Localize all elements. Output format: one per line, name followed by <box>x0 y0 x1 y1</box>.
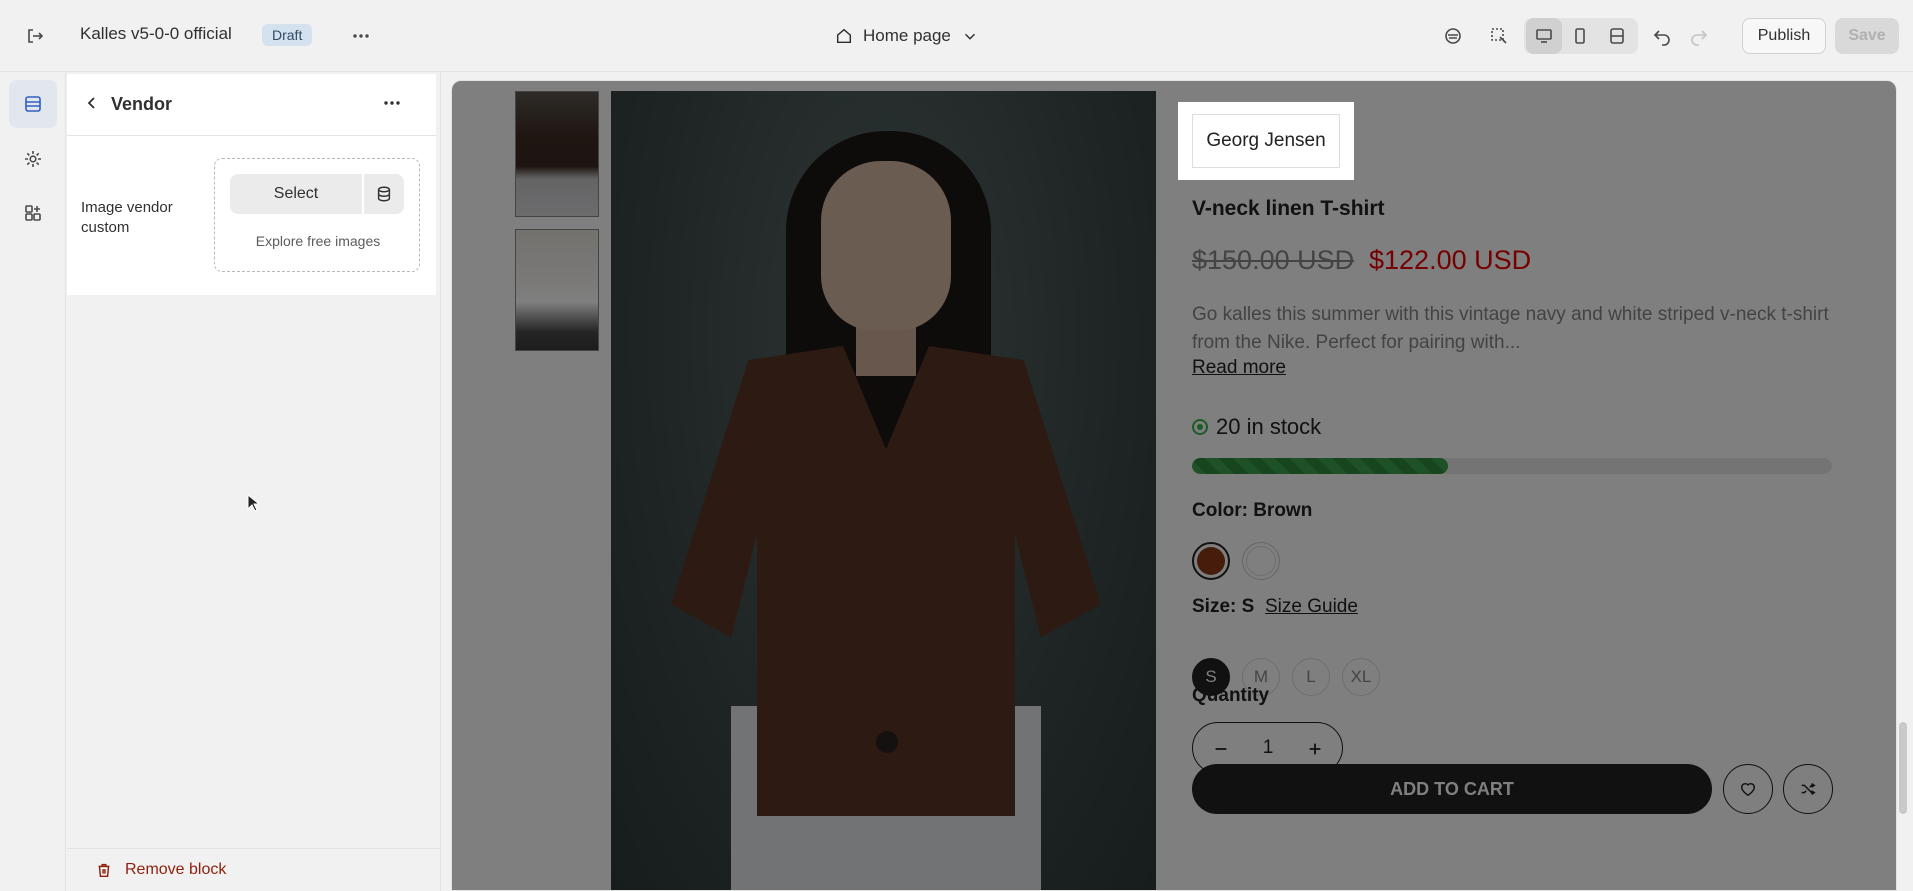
block-settings-panel: Vendor Image vendor custom Select Explor… <box>67 72 441 891</box>
save-button[interactable]: Save <box>1835 18 1899 54</box>
back-button[interactable] <box>77 88 107 118</box>
page-selector[interactable]: Home page <box>835 22 979 50</box>
store-name: Kalles v5-0-0 official <box>80 24 232 43</box>
select-image-button[interactable]: Select <box>230 174 362 214</box>
sections-nav-button[interactable] <box>9 80 57 128</box>
remove-block-button[interactable]: Remove block <box>67 848 441 891</box>
arrow-left-icon <box>87 97 95 109</box>
home-icon <box>836 28 852 44</box>
ai-assistant-icon[interactable] <box>1435 18 1471 54</box>
database-icon <box>377 186 391 202</box>
image-picker: Select Explore free images <box>214 158 420 272</box>
apps-icon <box>25 205 41 221</box>
panel-title: Vendor <box>111 94 173 114</box>
vendor-name: Georg Jensen <box>1192 114 1340 168</box>
theme-preview: V-neck linen T-shirt $150.00 USD $122.00… <box>451 80 1897 891</box>
page-selector-label: Home page <box>863 26 951 45</box>
settings-card: Vendor Image vendor custom Select Explor… <box>67 74 436 295</box>
apps-nav-button[interactable] <box>9 189 57 237</box>
top-bar: Kalles v5-0-0 official Draft Home page P… <box>0 0 1913 72</box>
exit-icon[interactable] <box>17 18 53 54</box>
panel-header: Vendor <box>67 74 436 136</box>
more-icon <box>384 101 400 105</box>
status-badge: Draft <box>262 24 313 46</box>
remove-block-label: Remove block <box>125 861 227 878</box>
preview-scrollbar[interactable] <box>1899 722 1907 814</box>
inspector-icon[interactable] <box>1481 18 1517 54</box>
more-actions-icon[interactable] <box>343 18 379 54</box>
fullscreen-view-icon[interactable] <box>1599 18 1635 54</box>
theme-settings-button[interactable] <box>9 135 57 183</box>
explore-free-images-link[interactable]: Explore free images <box>215 233 421 249</box>
chevron-down-icon <box>964 33 975 40</box>
gear-icon <box>25 151 41 167</box>
mobile-view-icon[interactable] <box>1562 18 1598 54</box>
vendor-highlight[interactable]: Georg Jensen <box>1178 102 1354 180</box>
panel-more-button[interactable] <box>377 88 407 118</box>
sections-icon <box>25 96 41 112</box>
trash-icon <box>98 863 110 878</box>
publish-button[interactable]: Publish <box>1742 18 1826 54</box>
left-rail <box>0 72 66 891</box>
desktop-view-icon[interactable] <box>1526 18 1562 54</box>
preview-overlay <box>452 81 1896 890</box>
image-field-label: Image vendor custom <box>81 199 173 236</box>
redo-icon[interactable] <box>1681 18 1717 54</box>
undo-icon[interactable] <box>1644 18 1680 54</box>
mouse-cursor-icon <box>247 494 259 512</box>
media-library-button[interactable] <box>364 174 404 214</box>
